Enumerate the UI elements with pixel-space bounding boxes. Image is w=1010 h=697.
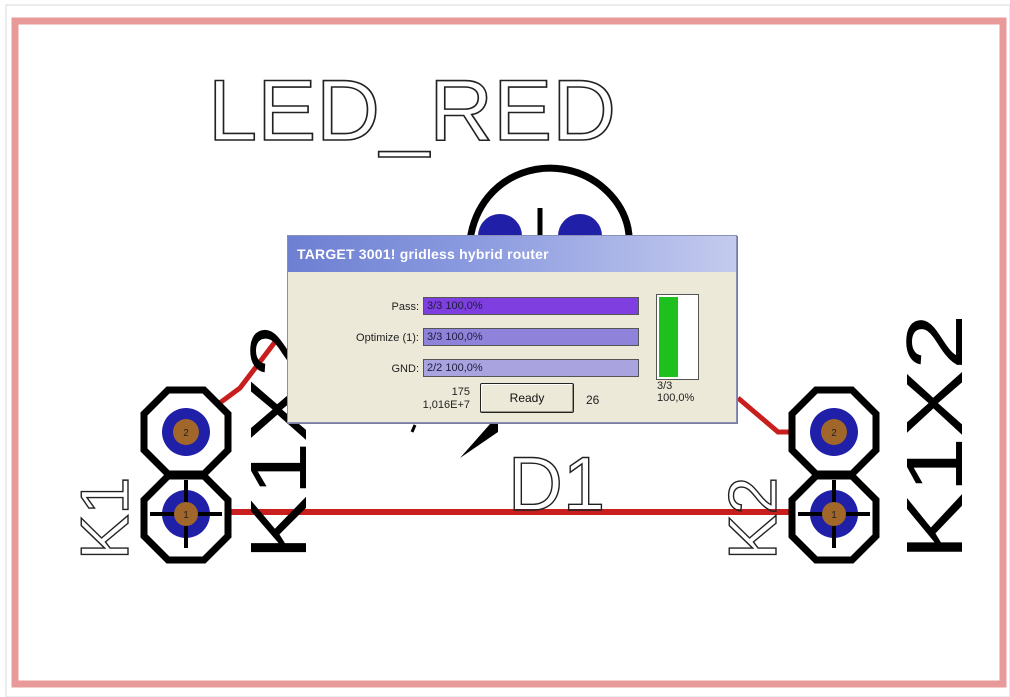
pad-left-bottom-number: 1 [183, 510, 189, 521]
optimize-progress-bar: 3/3 100,0% [423, 328, 639, 346]
pad-right-top-number: 2 [831, 428, 837, 439]
label-k2: K2 [715, 477, 791, 560]
gnd-label: GND: [391, 363, 420, 375]
pad-left-top-number: 2 [183, 428, 189, 439]
route-count: 26 [586, 393, 600, 407]
stats-count: 175 [451, 386, 470, 398]
meter-count: 3/3 [657, 380, 673, 392]
label-k1x2-right: K1X2 [890, 314, 979, 560]
dialog-title: TARGET 3001! gridless hybrid router [288, 236, 736, 272]
value-label: LED_RED [208, 63, 616, 159]
stats-value: 1,016E+7 [422, 399, 470, 411]
label-k1: K1 [67, 477, 143, 560]
designator-label: D1 [508, 442, 605, 527]
gnd-progress-bar: 2/2 100,0% [423, 359, 639, 377]
meter-percent: 100,0% [657, 392, 695, 404]
optimize-progress-value: 3/3 100,0% [427, 331, 483, 343]
router-dialog: TARGET 3001! gridless hybrid router Pass… [287, 235, 737, 423]
pass-label: Pass: [391, 301, 419, 313]
overall-progress-fill [659, 297, 678, 377]
optimize-label: Optimize (1): [356, 332, 419, 344]
overall-progress-meter [656, 294, 699, 380]
pad-right-bottom-number: 1 [831, 510, 837, 521]
pass-progress-value: 3/3 100,0% [427, 300, 483, 312]
ready-button[interactable]: Ready [480, 383, 574, 413]
pass-progress-bar: 3/3 100,0% [423, 297, 639, 315]
gnd-progress-value: 2/2 100,0% [427, 362, 483, 374]
